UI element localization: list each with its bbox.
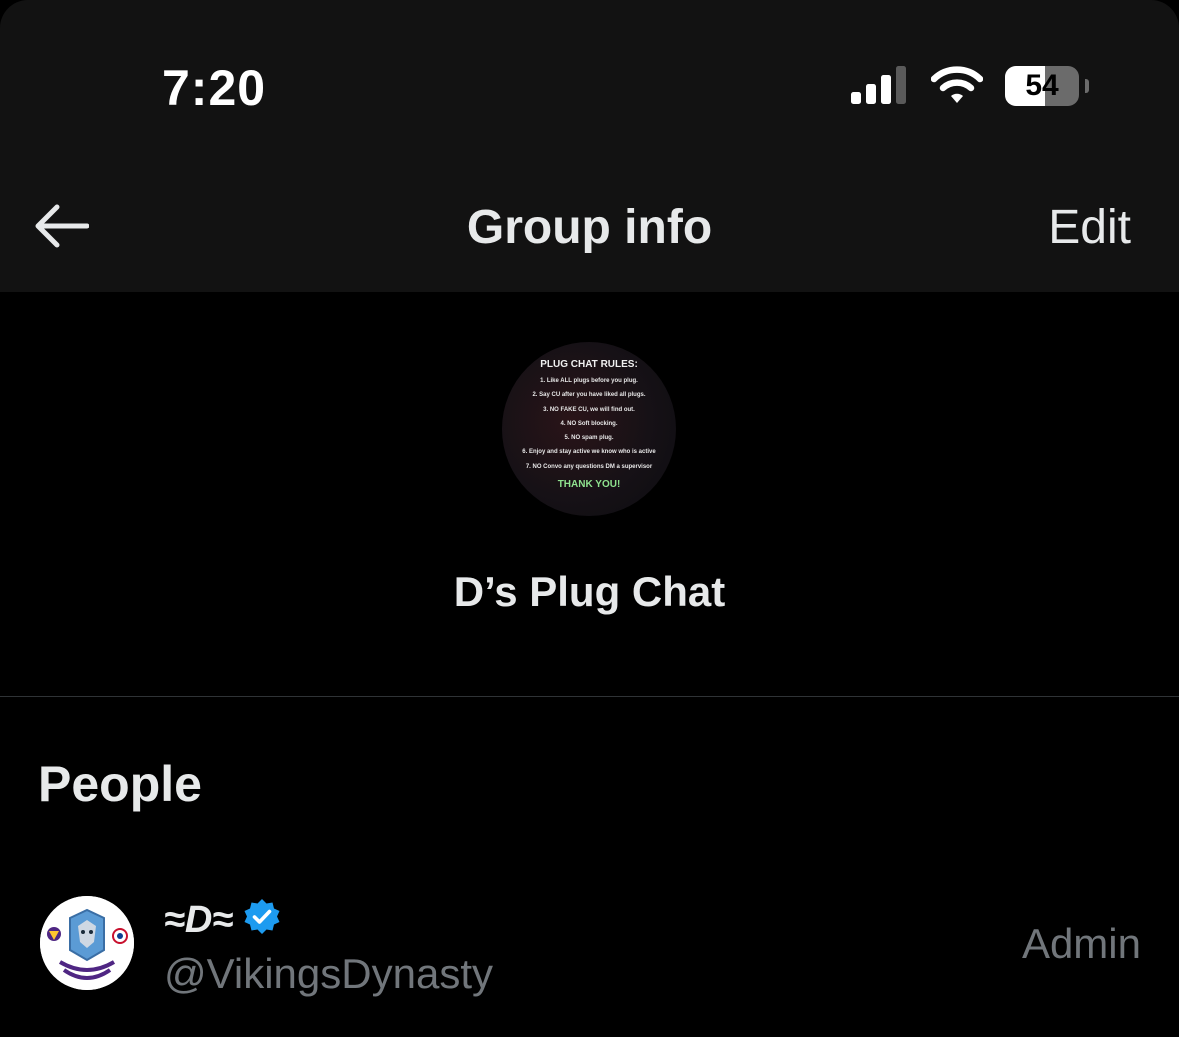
- wifi-icon: [930, 65, 984, 109]
- avatar-heading: PLUG CHAT RULES:: [540, 359, 638, 370]
- avatar-footer: THANK YOU!: [557, 479, 621, 491]
- people-heading: People: [38, 756, 202, 812]
- group-name: D’s Plug Chat: [453, 568, 726, 615]
- battery-indicator: 54: [1005, 66, 1089, 108]
- member-row[interactable]: ≈D≈ @VikingsDynasty Admin: [0, 880, 1179, 1010]
- avatar-rule: 2. Say CU after you have liked all plugs…: [532, 392, 646, 399]
- member-handle: @VikingsDynasty: [164, 950, 493, 997]
- edit-button[interactable]: Edit: [1048, 198, 1131, 258]
- group-avatar[interactable]: PLUG CHAT RULES: 1. Like ALL plugs befor…: [502, 342, 676, 516]
- avatar[interactable]: [40, 896, 134, 990]
- avatar-rule: 7. NO Convo any questions DM a superviso…: [525, 463, 653, 470]
- avatar-rule: 6. Enjoy and stay active we know who is …: [522, 449, 656, 456]
- cellular-signal-icon: [851, 65, 909, 109]
- back-arrow-icon: [33, 204, 90, 253]
- member-display-name: ≈D≈: [164, 899, 234, 941]
- avatar-rule: 1. Like ALL plugs before you plug.: [540, 378, 638, 384]
- avatar-rule: 4. NO Soft blocking.: [560, 420, 618, 427]
- top-bar: 7:20 54 Group info Edit: [0, 0, 1179, 292]
- status-icons: 54: [851, 64, 1089, 110]
- avatar-rule: 5. NO spam plug.: [564, 435, 614, 442]
- member-role-badge: Admin: [1021, 920, 1141, 967]
- page-title: Group info: [466, 201, 713, 254]
- verified-badge-icon: [241, 897, 283, 944]
- divider: [0, 696, 1179, 697]
- avatar-rule: 3. NO FAKE CU, we will find out.: [543, 406, 635, 413]
- status-time: 7:20: [162, 60, 267, 116]
- member-display-name-row: ≈D≈: [164, 896, 283, 944]
- back-button[interactable]: [30, 200, 92, 256]
- battery-level: 54: [1025, 69, 1059, 102]
